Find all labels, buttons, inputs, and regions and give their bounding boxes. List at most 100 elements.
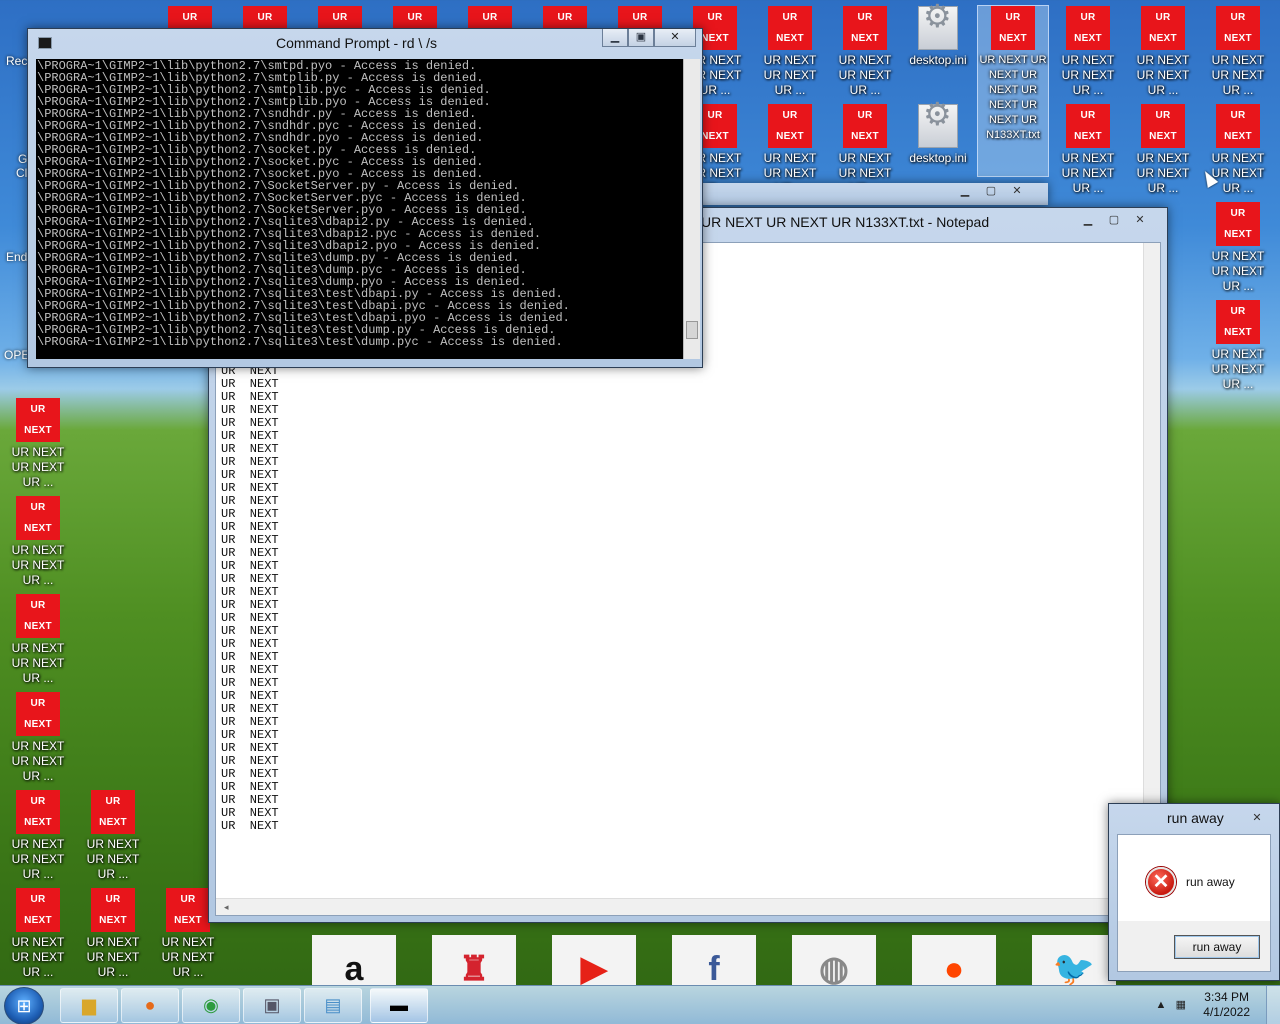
desktop-icon-label: UR NEXT UR NEXT UR ...: [11, 641, 65, 685]
desktop-icon-label: UR NEXT UR NEXT UR ...: [1211, 347, 1265, 391]
desktop-icon-text-file[interactable]: URNEXTUR NEXT UR NEXT UR ...: [3, 790, 73, 881]
cmd-titlebar[interactable]: Command Prompt - rd \ /s ▁ ▣ ✕: [28, 29, 702, 57]
dock-facebook-icon[interactable]: f: [672, 935, 756, 985]
config-file-icon: [918, 6, 958, 50]
red-file-icon: URNEXT: [1141, 6, 1185, 50]
close-button[interactable]: ✕: [1004, 183, 1030, 201]
red-file-icon: URNEXT: [991, 6, 1035, 50]
red-file-icon: URNEXT: [91, 888, 135, 932]
desktop-icon-text-file[interactable]: URNEXTUR NEXT UR NEXT UR ...: [1128, 104, 1198, 195]
dock-reddit-icon[interactable]: ●: [912, 935, 996, 985]
desktop-icon-label: desktop.ini: [909, 151, 967, 165]
red-file-icon: URNEXT: [16, 888, 60, 932]
minimize-button[interactable]: ▁: [952, 183, 978, 201]
desktop-icon-label: UR NEXT UR NEXT UR ...: [838, 53, 892, 97]
desktop-icon-text-file[interactable]: URNEXTUR NEXT UR NEXT UR ...: [1203, 300, 1273, 391]
desktop-icon-text-file[interactable]: URNEXTUR NEXT UR NEXT UR ...: [78, 790, 148, 881]
desktop-icon-label: UR NEXT UR NEXT UR NEXT UR NEXT UR NEXT …: [979, 54, 1047, 141]
background-window-titlebar[interactable]: ▁ ▢ ✕: [700, 183, 1048, 205]
close-button[interactable]: ✕: [654, 29, 696, 47]
desktop-icon-label: UR NEXT UR NEXT UR ...: [1211, 53, 1265, 97]
clock[interactable]: 3:34 PM 4/1/2022: [1203, 990, 1250, 1020]
desktop-icon-label: UR NEXT UR NEXT UR ...: [11, 837, 65, 881]
dock-castle-icon[interactable]: ♜: [432, 935, 516, 985]
desktop-edge-label-cl[interactable]: Cl: [16, 166, 27, 180]
console-output[interactable]: \PROGRA~1\GIMP2~1\lib\python2.7\smtpd.py…: [36, 59, 683, 359]
red-file-icon: URNEXT: [843, 104, 887, 148]
horizontal-scrollbar[interactable]: ◂: [216, 898, 1160, 915]
notepad-title: UR NEXT UR NEXT UR N133XT.txt - Notepad: [701, 214, 990, 230]
desktop-icon-label: UR NEXT UR NEXT UR ...: [161, 935, 215, 979]
red-file-icon: URNEXT: [1066, 104, 1110, 148]
taskbar: ⊞ ▆ ● ◉ ▣ ▤ ▬ ▲ ▦ 3:34 PM 4/1/2022: [0, 985, 1280, 1024]
desktop-icon-text-file[interactable]: URNEXTUR NEXT UR NEXT UR ...: [3, 398, 73, 489]
command-prompt-window[interactable]: Command Prompt - rd \ /s ▁ ▣ ✕ \PROGRA~1…: [27, 28, 703, 368]
scroll-left-arrow-icon[interactable]: ◂: [224, 902, 229, 912]
taskbar-explorer-button[interactable]: ▆: [60, 988, 118, 1023]
scrollbar-thumb[interactable]: [686, 321, 698, 339]
desktop-edge-label-ope[interactable]: OPE: [4, 348, 29, 362]
dialog-titlebar[interactable]: run away ✕: [1109, 804, 1279, 832]
desktop-edge-label-recycle[interactable]: Rec: [6, 54, 27, 68]
desktop-icon-text-file[interactable]: URNEXTUR NEXT UR NEXT UR ...: [3, 692, 73, 783]
config-file-icon: [918, 104, 958, 148]
start-button[interactable]: ⊞: [4, 987, 44, 1024]
desktop-icon-label: UR NEXT UR NEXT UR ...: [1136, 151, 1190, 195]
dialog-message-area: ✕ run away: [1118, 835, 1270, 921]
desktop-edge-label-end[interactable]: End: [6, 250, 27, 264]
desktop-icon-label: UR NEXT UR NEXT UR ...: [86, 935, 140, 979]
cmd-title: Command Prompt - rd \ /s: [276, 35, 438, 51]
desktop-icon-desktop-ini[interactable]: desktop.ini: [903, 104, 973, 188]
desktop-icon-text-file[interactable]: URNEXTUR NEXT UR NEXT UR ...: [1128, 6, 1198, 97]
console-text: \PROGRA~1\GIMP2~1\lib\python2.7\smtpd.py…: [37, 59, 570, 349]
taskbar-firefox-button[interactable]: ●: [121, 988, 179, 1023]
maximize-button[interactable]: ▢: [978, 183, 1004, 201]
desktop-icon-text-file[interactable]: URNEXTUR NEXT UR NEXT UR ...: [755, 6, 825, 97]
desktop-icon-text-file[interactable]: URNEXTUR NEXT UR NEXT UR ...: [755, 104, 825, 195]
run-away-dialog[interactable]: run away ✕ ✕ run away run away: [1108, 803, 1280, 981]
desktop-icon-text-file[interactable]: URNEXTUR NEXT UR NEXT UR ...: [830, 6, 900, 97]
red-file-icon: URNEXT: [1141, 104, 1185, 148]
vertical-scrollbar[interactable]: [683, 59, 700, 359]
show-desktop-button[interactable]: [1266, 986, 1280, 1024]
run-away-button[interactable]: run away: [1174, 935, 1260, 959]
vertical-scrollbar[interactable]: [1143, 243, 1160, 898]
taskbar-notepad-button[interactable]: ▤: [304, 988, 362, 1023]
desktop-icon-text-file[interactable]: URNEXTUR NEXT UR NEXT UR ...: [1203, 202, 1273, 293]
desktop-icon-desktop-ini[interactable]: desktop.ini: [903, 6, 973, 90]
minimize-button[interactable]: ▁: [602, 29, 628, 47]
desktop-icon-text-file[interactable]: UR NEXT UR NEXT UR NEXT UR NEXT UR NEXT UR…: [977, 5, 1049, 177]
minimize-button[interactable]: ▁: [1075, 212, 1101, 230]
network-icon[interactable]: ▦: [1176, 999, 1186, 1011]
desktop-icon-text-file[interactable]: URNEXTUR NEXT UR NEXT UR ...: [1053, 104, 1123, 195]
desktop-icon-text-file[interactable]: URNEXTUR NEXT UR NEXT UR ...: [1053, 6, 1123, 97]
dock-wikipedia-icon[interactable]: ◍: [792, 935, 876, 985]
system-tray[interactable]: ▲ ▦: [1156, 998, 1186, 1011]
desktop-icon-label: UR NEXT UR NEXT UR ...: [763, 53, 817, 97]
chrome-icon: ◉: [203, 995, 219, 1015]
desktop-icon-text-file[interactable]: URNEXTUR NEXT UR NEXT UR ...: [3, 594, 73, 685]
taskbar-cmd-button[interactable]: ▬: [370, 988, 428, 1023]
desktop-icon-text-file[interactable]: URNEXTUR NEXT UR NEXT UR ...: [3, 496, 73, 587]
dock-youtube-icon[interactable]: ▶: [552, 935, 636, 985]
maximize-button[interactable]: ▢: [1101, 212, 1127, 230]
desktop-icon-text-file[interactable]: URNEXTUR NEXT UR NEXT UR ...: [78, 888, 148, 979]
desktop-edge-label-g[interactable]: G: [18, 152, 27, 166]
taskbar-app-window-button[interactable]: ▣: [243, 988, 301, 1023]
dock-amazon-icon[interactable]: a: [312, 935, 396, 985]
desktop-icon-text-file[interactable]: URNEXTUR NEXT UR NEXT UR ...: [1203, 6, 1273, 97]
facebook-logo-icon: f: [708, 950, 720, 985]
desktop-icon-text-file[interactable]: URNEXTUR NEXT UR NEXT UR ...: [830, 104, 900, 195]
close-button[interactable]: ✕: [1127, 212, 1153, 230]
desktop-icon-label: UR NEXT UR NEXT UR ...: [86, 837, 140, 881]
notepad-content: UR NEXT UR NEXT UR NEXT UR NEXT UR NEXT …: [221, 364, 279, 833]
red-file-icon: URNEXT: [1066, 6, 1110, 50]
desktop-icon-label: UR NEXT UR NEXT UR ...: [1211, 249, 1265, 293]
red-file-icon: URNEXT: [843, 6, 887, 50]
close-button[interactable]: ✕: [1245, 810, 1269, 828]
maximize-button[interactable]: ▣: [628, 29, 654, 47]
desktop-icon-text-file[interactable]: URNEXTUR NEXT UR NEXT UR ...: [3, 888, 73, 979]
dock-twitter-icon[interactable]: 🐦: [1032, 935, 1116, 985]
show-hidden-icons-icon[interactable]: ▲: [1156, 999, 1167, 1011]
taskbar-chrome-button[interactable]: ◉: [182, 988, 240, 1023]
